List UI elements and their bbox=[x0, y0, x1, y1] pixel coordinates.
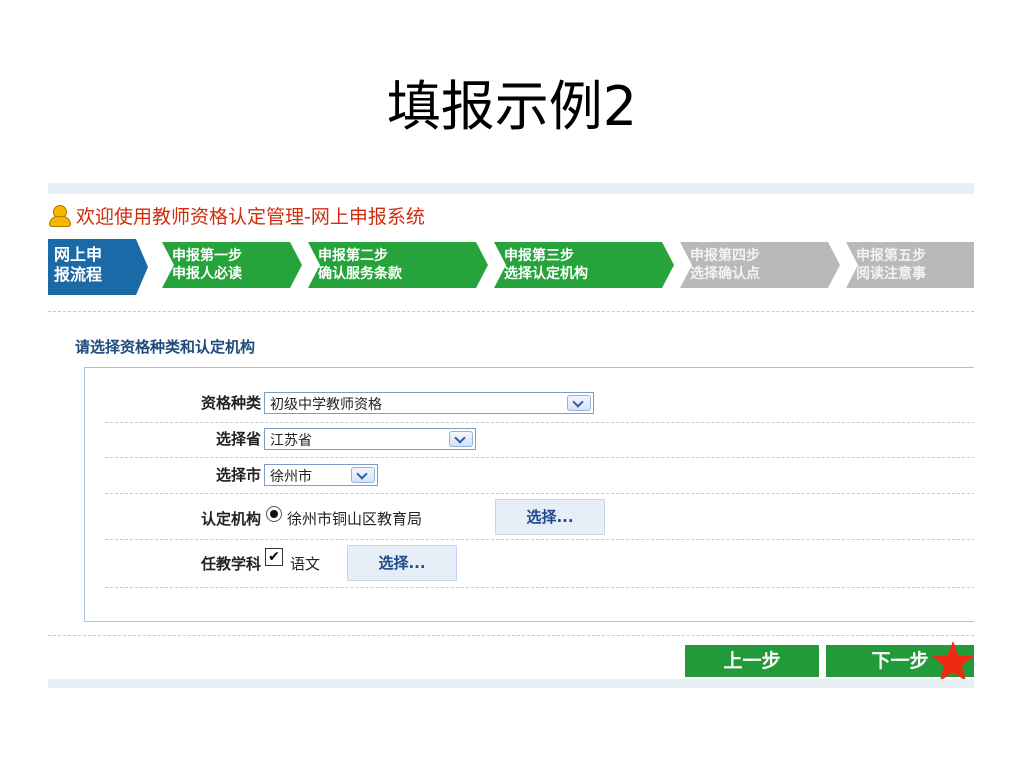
bottom-strip bbox=[48, 679, 974, 688]
top-strip bbox=[48, 183, 974, 194]
star-icon bbox=[932, 641, 974, 681]
city-select[interactable]: 徐州市 bbox=[264, 464, 378, 486]
subject-label: 任教学科 bbox=[200, 555, 261, 573]
institution-choose-button[interactable]: 选择... bbox=[495, 499, 605, 535]
step-2-line1: 申报第二步 bbox=[318, 248, 388, 264]
city-value: 徐州市 bbox=[270, 469, 312, 485]
step-current: 网上申 报流程 bbox=[48, 239, 148, 295]
subject-checkbox[interactable]: ✔ bbox=[265, 548, 283, 566]
section-title: 请选择资格种类和认定机构 bbox=[75, 338, 256, 356]
welcome-text: 欢迎使用教师资格认定管理-网上申报系统 bbox=[76, 205, 425, 228]
qualification-select[interactable]: 初级中学教师资格 bbox=[264, 392, 594, 414]
chevron-down-icon[interactable] bbox=[567, 395, 591, 411]
step-current-line1: 网上申 bbox=[54, 245, 103, 264]
row-divider bbox=[105, 457, 974, 458]
subject-choose-button[interactable]: 选择... bbox=[347, 545, 457, 581]
row-divider bbox=[105, 422, 974, 423]
divider bbox=[48, 635, 974, 636]
step-progress: 网上申 报流程 申报第一步申报人必读 申报第二步确认服务条款 申报第三步选择认定… bbox=[48, 239, 974, 295]
province-label: 选择省 bbox=[215, 430, 261, 448]
step-3: 申报第三步选择认定机构 bbox=[494, 242, 674, 288]
step-4: 申报第四步选择确认点 bbox=[680, 242, 840, 288]
step-current-line2: 报流程 bbox=[54, 265, 103, 284]
prev-button[interactable]: 上一步 bbox=[685, 645, 819, 677]
step-5-line1: 申报第五步 bbox=[856, 248, 926, 264]
chevron-down-icon[interactable] bbox=[449, 431, 473, 447]
institution-value: 徐州市铜山区教育局 bbox=[287, 510, 423, 528]
step-5-line2: 阅读注意事 bbox=[856, 266, 926, 282]
qualification-label: 资格种类 bbox=[200, 394, 261, 412]
subject-value: 语文 bbox=[290, 555, 321, 573]
row-divider bbox=[105, 493, 974, 494]
embedded-screenshot: 欢迎使用教师资格认定管理-网上申报系统 网上申 报流程 申报第一步申报人必读 申… bbox=[48, 183, 974, 688]
step-4-line1: 申报第四步 bbox=[690, 248, 760, 264]
province-value: 江苏省 bbox=[270, 433, 312, 449]
institution-label: 认定机构 bbox=[200, 510, 261, 528]
step-3-line2: 选择认定机构 bbox=[504, 266, 588, 282]
welcome-bar: 欢迎使用教师资格认定管理-网上申报系统 bbox=[48, 200, 425, 230]
form-panel: 资格种类 初级中学教师资格 选择省 江苏省 选择市 徐州市 认定机构 徐州市铜山… bbox=[84, 367, 974, 622]
divider bbox=[48, 311, 974, 312]
institution-radio[interactable] bbox=[266, 506, 282, 522]
step-2-line2: 确认服务条款 bbox=[318, 266, 402, 282]
row-divider bbox=[105, 587, 974, 588]
step-1: 申报第一步申报人必读 bbox=[162, 242, 302, 288]
step-1-line2: 申报人必读 bbox=[172, 266, 242, 282]
qualification-value: 初级中学教师资格 bbox=[270, 397, 382, 413]
step-5: 申报第五步阅读注意事 bbox=[846, 242, 974, 288]
user-icon bbox=[48, 204, 71, 227]
step-2: 申报第二步确认服务条款 bbox=[308, 242, 488, 288]
city-label: 选择市 bbox=[215, 466, 261, 484]
step-4-line2: 选择确认点 bbox=[690, 266, 760, 282]
step-3-line1: 申报第三步 bbox=[504, 248, 574, 264]
step-1-line1: 申报第一步 bbox=[172, 248, 242, 264]
slide-title: 填报示例2 bbox=[386, 75, 638, 138]
chevron-down-icon[interactable] bbox=[351, 467, 375, 483]
row-divider bbox=[105, 539, 974, 540]
province-select[interactable]: 江苏省 bbox=[264, 428, 476, 450]
